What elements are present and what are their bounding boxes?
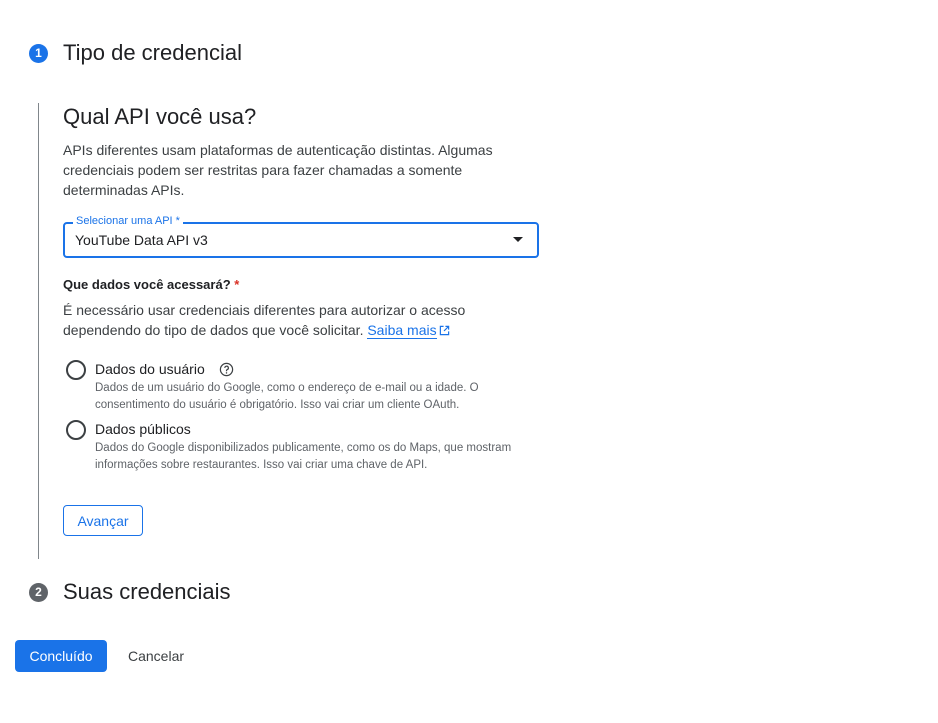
public-data-subtitle: Dados do Google disponibilizados publica… [95,442,512,471]
dropdown-arrow-icon [513,237,523,242]
step-2-title: Suas credenciais [63,579,231,604]
api-select-label: Selecionar uma API * [73,215,183,227]
required-mark: * [234,277,240,292]
step-1-title: Tipo de credencial [63,40,242,65]
api-section-description: APIs diferentes usam plataformas de aute… [63,142,493,198]
next-button[interactable]: Avançar [63,505,143,536]
user-data-subtitle: Dados de um usuário do Google, como o en… [95,382,479,411]
user-data-radio[interactable] [66,360,86,380]
help-icon[interactable] [219,362,234,380]
data-question-text: Que dados você acessará? [63,277,231,292]
external-link-icon [439,321,450,341]
step-1-number: 1 [29,43,48,63]
user-data-title-row: Dados do usuário [95,361,234,380]
step-1-header[interactable]: 1 Tipo de credencial [29,40,242,66]
public-data-title: Dados públicos [95,421,191,437]
data-question-label: Que dados você acessará? * [63,277,239,292]
learn-more-link[interactable]: Saiba mais [367,322,437,339]
api-select-value: YouTube Data API v3 [75,232,208,248]
step-connector-line [38,103,39,559]
learn-more-link-text: Saiba mais [367,322,437,338]
step-2-number: 2 [29,582,48,602]
credential-wizard: 1 Tipo de credencial Qual API você usa? … [0,0,938,723]
api-section-title: Qual API você usa? [63,104,257,129]
step-2-header[interactable]: 2 Suas credenciais [29,579,231,605]
data-question-description: É necessário usar credenciais diferentes… [63,300,523,341]
public-data-radio[interactable] [66,420,86,440]
api-select[interactable]: Selecionar uma API * YouTube Data API v3 [63,215,539,258]
user-data-title: Dados do usuário [95,361,205,377]
cancel-button[interactable]: Cancelar [115,640,197,672]
done-button[interactable]: Concluído [15,640,107,672]
